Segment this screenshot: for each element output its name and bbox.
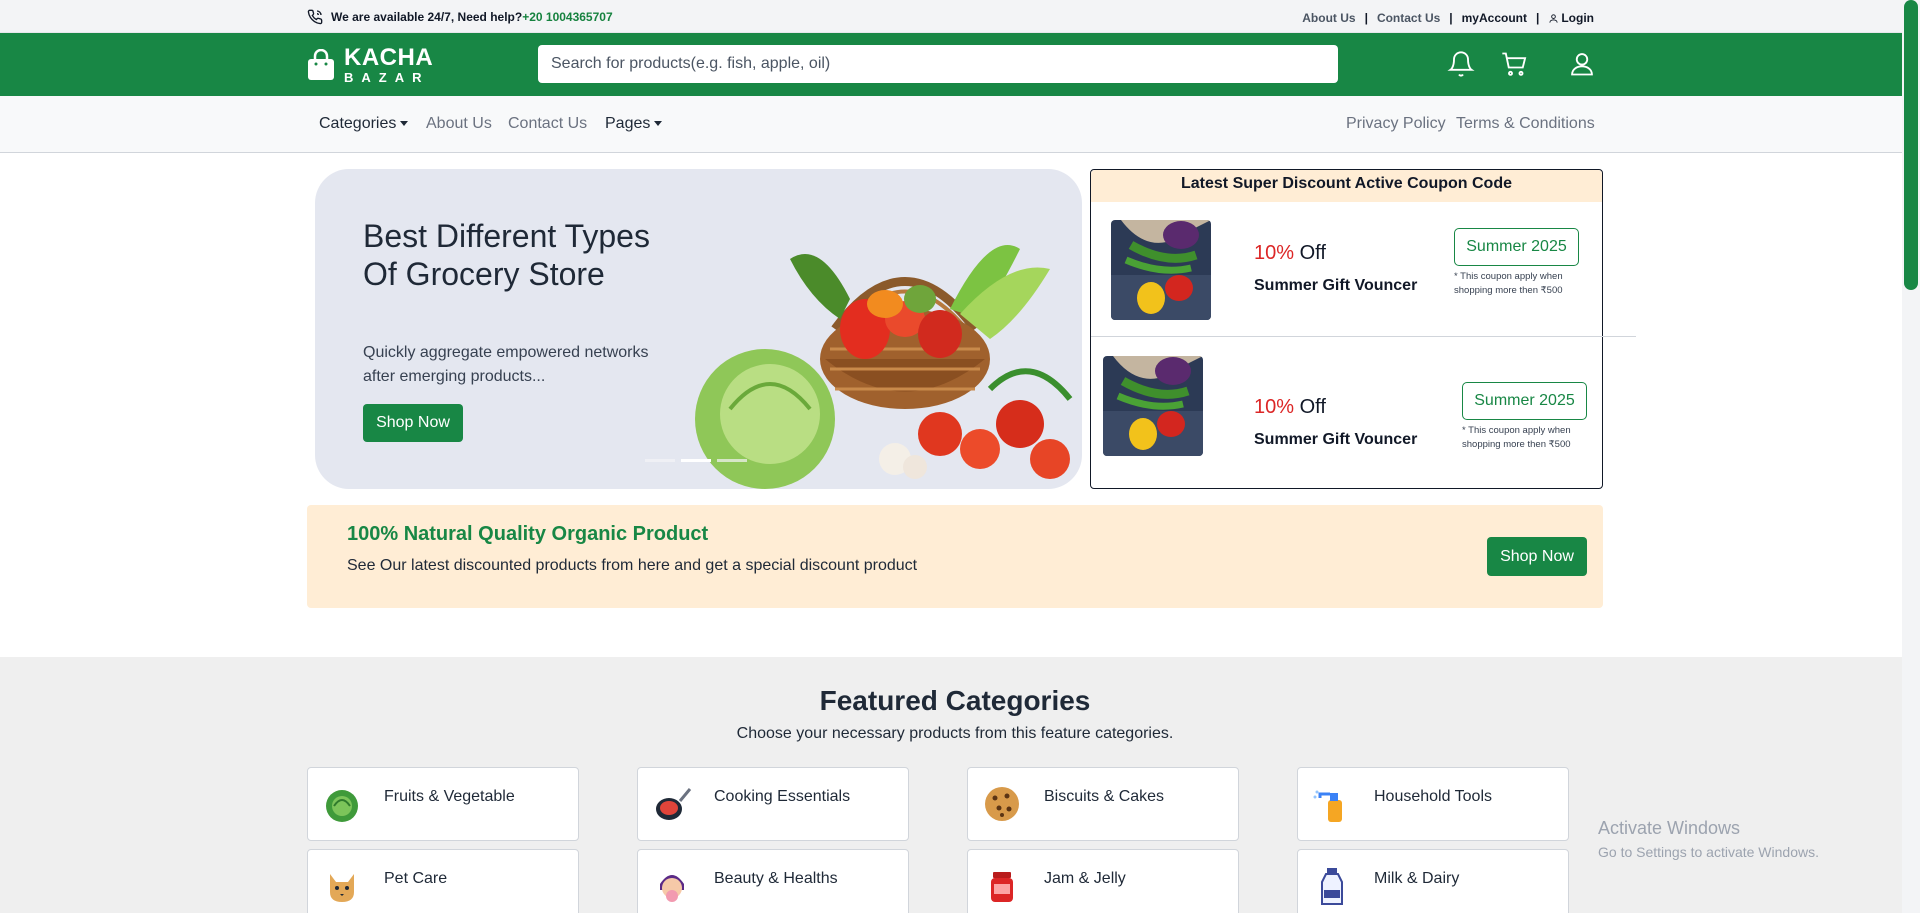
nav-pages-label: Pages — [605, 115, 651, 132]
top-links: About Us | Contact Us | myAccount | Logi… — [1302, 11, 1594, 25]
category-card-household-tools[interactable]: Household Tools — [1297, 767, 1569, 841]
coupon-off-label: Off — [1299, 396, 1326, 418]
organic-title: 100% Natural Quality Organic Product — [347, 523, 709, 545]
scrollbar-thumb[interactable] — [1904, 0, 1918, 290]
coupon-name: Summer Gift Vouncer — [1254, 277, 1418, 294]
category-card-biscuits-cakes[interactable]: Biscuits & Cakes — [967, 767, 1239, 841]
beauty-face-icon — [660, 875, 684, 902]
category-label: Jam & Jelly — [1044, 870, 1126, 887]
coupon-note: * This coupon apply when shopping more t… — [1454, 271, 1563, 296]
coupon-code-button[interactable]: Summer 2025 — [1462, 382, 1587, 420]
coupon-off-label: Off — [1299, 242, 1326, 264]
category-label: Cooking Essentials — [714, 788, 851, 805]
separator: | — [1364, 11, 1368, 25]
coupon-percent: 10% — [1254, 242, 1295, 264]
featured-title: Featured Categories — [819, 685, 1091, 716]
main-header: KACHA BAZAR — [0, 33, 1902, 96]
coupon-panel-title: Latest Super Discount Active Coupon Code — [1091, 170, 1602, 202]
category-card-pet-care[interactable]: Pet Care — [307, 849, 579, 913]
logo-text-main: KACHA — [344, 44, 434, 71]
top-contact-us-link[interactable]: Contact Us — [1377, 11, 1440, 25]
separator: | — [1449, 11, 1453, 25]
login-link[interactable]: Login — [1548, 11, 1594, 25]
coupon-discount: 10% Off — [1254, 242, 1326, 265]
frying-pan-icon — [656, 788, 692, 820]
watermark-title: Activate Windows — [1598, 818, 1741, 838]
nav-terms-conditions[interactable]: Terms & Conditions — [1456, 115, 1595, 133]
slider-indicators — [645, 459, 747, 462]
organic-text: See Our latest discounted products from … — [347, 557, 918, 574]
slide-indicator-3[interactable] — [717, 459, 747, 462]
cookie-icon — [985, 787, 1019, 821]
nav-privacy-policy[interactable]: Privacy Policy — [1346, 115, 1446, 133]
category-card-fruits-vegetable[interactable]: Fruits & Vegetable — [307, 767, 579, 841]
hero-text: Quickly aggregate empowered networks aft… — [363, 344, 649, 385]
category-label: Household Tools — [1374, 788, 1493, 805]
my-account-link[interactable]: myAccount — [1462, 11, 1527, 25]
watermark-subtitle: Go to Settings to activate Windows. — [1598, 844, 1819, 860]
support-phone-link[interactable]: +20 1004365707 — [522, 10, 612, 24]
shopping-bag-logo-icon — [308, 49, 334, 80]
top-about-us-link[interactable]: About Us — [1302, 11, 1355, 25]
peppers-image — [1111, 220, 1211, 320]
category-card-cooking-essentials[interactable]: Cooking Essentials — [637, 767, 909, 841]
caret-down-icon — [400, 121, 409, 127]
hero-title: Best Different Types Of Grocery Store — [363, 218, 650, 292]
hero-shop-now-button[interactable]: Shop Now — [363, 404, 463, 442]
user-small-icon — [1549, 13, 1558, 23]
coupon-card: 10% Off Summer Gift Vouncer Summer 2025 … — [1091, 356, 1602, 486]
coupon-note: * This coupon apply when shopping more t… — [1462, 425, 1571, 450]
peppers-image — [1103, 356, 1203, 456]
hero-slider: Best Different Types Of Grocery Store Qu… — [315, 169, 1082, 489]
spray-bottle-icon — [1313, 790, 1342, 822]
phone-icon — [307, 9, 323, 25]
vegetable-basket-image — [695, 245, 1073, 489]
coupon-card: 10% Off Summer Gift Vouncer Summer 2025 … — [1091, 202, 1602, 332]
nav-pages-dropdown[interactable]: Pages — [605, 115, 663, 133]
category-label: Beauty & Healths — [714, 870, 838, 887]
cat-icon — [330, 874, 354, 902]
support-info: We are available 24/7, Need help?+20 100… — [307, 9, 613, 25]
jam-jar-icon — [991, 872, 1013, 902]
featured-subtitle: Choose your necessary products from this… — [736, 725, 1174, 742]
coupon-percent: 10% — [1254, 396, 1295, 418]
nav-categories-label: Categories — [319, 115, 397, 132]
login-label: Login — [1561, 11, 1594, 25]
category-label: Fruits & Vegetable — [384, 788, 515, 805]
category-label: Pet Care — [384, 870, 448, 887]
search-input[interactable] — [538, 45, 1338, 83]
coupon-discount: 10% Off — [1254, 396, 1326, 419]
top-info-bar: We are available 24/7, Need help?+20 100… — [0, 0, 1902, 33]
coupon-divider — [1091, 336, 1636, 337]
availability-text: We are available 24/7, Need help? — [331, 10, 523, 24]
caret-down-icon — [654, 121, 663, 127]
coupon-name: Summer Gift Vouncer — [1254, 431, 1418, 448]
category-label: Milk & Dairy — [1374, 870, 1460, 887]
category-card-beauty-healths[interactable]: Beauty & Healths — [637, 849, 909, 913]
cabbage-icon — [326, 790, 358, 822]
user-icon[interactable] — [1568, 50, 1596, 78]
milk-bottle-icon — [1321, 868, 1343, 905]
site-logo[interactable]: KACHA BAZAR — [306, 46, 433, 84]
main-nav: Categories About Us Contact Us Pages Pri… — [0, 96, 1902, 153]
slide-indicator-1[interactable] — [645, 459, 675, 462]
bell-icon[interactable] — [1447, 50, 1475, 78]
logo-text-sub: BAZAR — [344, 70, 430, 85]
nav-contact-us[interactable]: Contact Us — [508, 115, 587, 133]
nav-about-us[interactable]: About Us — [426, 115, 492, 133]
cart-icon[interactable] — [1500, 50, 1528, 78]
coupon-panel: Latest Super Discount Active Coupon Code… — [1090, 169, 1636, 489]
nav-categories-dropdown[interactable]: Categories — [319, 115, 409, 133]
organic-promo-banner: 100% Natural Quality Organic Product See… — [307, 505, 1603, 608]
organic-shop-now-button[interactable]: Shop Now — [1487, 537, 1587, 576]
coupon-code-button[interactable]: Summer 2025 — [1454, 228, 1579, 266]
slide-indicator-2[interactable] — [681, 459, 711, 462]
featured-categories-section: Featured Categories Choose your necessar… — [0, 657, 1902, 913]
category-label: Biscuits & Cakes — [1044, 788, 1165, 805]
page-scrollbar[interactable] — [1902, 0, 1920, 913]
category-card-milk-dairy[interactable]: Milk & Dairy — [1297, 849, 1569, 913]
category-card-jam-jelly[interactable]: Jam & Jelly — [967, 849, 1239, 913]
windows-activation-watermark: Activate Windows Go to Settings to activ… — [1598, 818, 1819, 860]
separator: | — [1535, 11, 1540, 25]
